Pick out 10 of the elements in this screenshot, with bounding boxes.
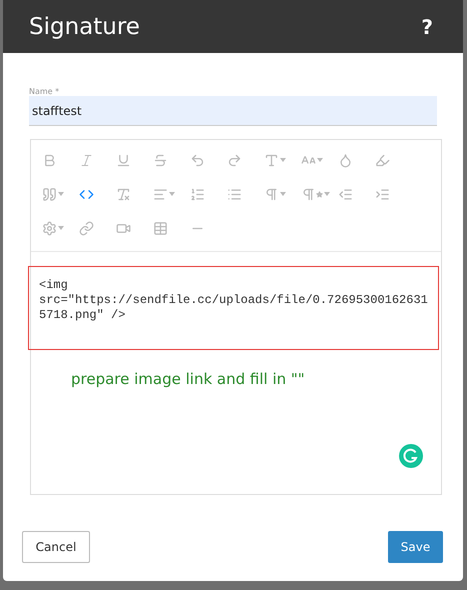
instruction-note: prepare image link and fill in "" — [71, 370, 306, 388]
save-button[interactable]: Save — [388, 531, 443, 563]
code-view[interactable]: <img src="https://sendfile.cc/uploads/file/0.726953001626315718.png" /> — [28, 266, 439, 350]
grammar-icon[interactable] — [399, 444, 423, 468]
dialog-title: Signature — [29, 14, 140, 40]
name-field[interactable]: stafftest — [29, 96, 437, 126]
code-text: <img src="https://sendfile.cc/uploads/file/0.726953001626315718.png" /> — [39, 278, 428, 323]
help-button[interactable]: ? — [421, 14, 433, 38]
cancel-button[interactable]: Cancel — [22, 531, 90, 563]
field-label: Name * — [29, 87, 60, 96]
